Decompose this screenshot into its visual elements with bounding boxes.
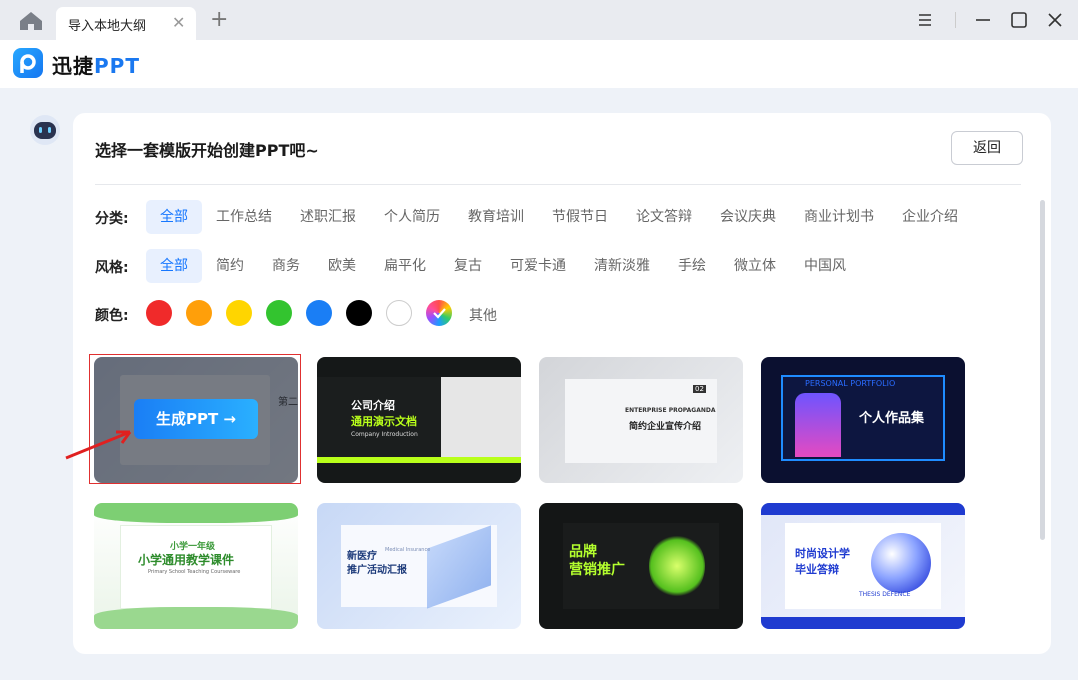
style-label: 风格: (95, 260, 129, 276)
template-subtitle: 推广活动汇报 (347, 565, 407, 576)
template-title: ENTERPRISE PROPAGANDA (625, 407, 716, 414)
style-filter-row: 风格: 全部 简约 商务 欧美 扁平化 复古 可爱卡通 清新淡雅 手绘 微立体 … (95, 249, 1025, 283)
tab-import-outline[interactable]: 导入本地大纲 ✕ (56, 7, 196, 40)
style-option[interactable]: 欧美 (314, 249, 370, 283)
template-subtitle: 通用演示文档 (351, 415, 417, 428)
category-option[interactable]: 教育培训 (454, 200, 538, 234)
style-option[interactable]: 简约 (202, 249, 258, 283)
template-title: 品牌 (569, 544, 597, 560)
app-name-en: PPT (94, 54, 140, 78)
menu-icon[interactable] (914, 9, 936, 31)
template-thumbnail[interactable]: ENTERPRISE PROPAGANDA 简约企业宣传介绍 02 (539, 357, 743, 483)
template-title: 新医疗 (347, 551, 377, 562)
color-label: 颜色: (95, 308, 129, 324)
color-swatch-rainbow[interactable] (426, 300, 452, 326)
template-thumbnail[interactable]: 公司介绍 通用演示文档 Company Introduction (317, 357, 521, 483)
app-header: 迅捷PPT (0, 40, 1078, 88)
template-subtitle: 小学通用教学课件 (138, 553, 235, 567)
category-option[interactable]: 商业计划书 (790, 200, 888, 234)
color-swatch-orange[interactable] (186, 300, 212, 326)
category-option[interactable]: 论文答辩 (622, 200, 706, 234)
selected-highlight (89, 354, 301, 484)
close-window-icon[interactable] (1044, 9, 1066, 31)
style-option[interactable]: 中国风 (790, 249, 860, 283)
style-option[interactable]: 复古 (440, 249, 496, 283)
template-thumbnail[interactable]: 品牌 营销推广 (539, 503, 743, 629)
template-thumbnail[interactable]: 新医疗 Medical Insurance 推广活动汇报 (317, 503, 521, 629)
app-name-cn: 迅捷 (52, 54, 94, 78)
template-subtitle: 简约企业宣传介绍 (629, 422, 702, 432)
robot-avatar-icon (30, 115, 60, 145)
category-option[interactable]: 工作总结 (202, 200, 286, 234)
color-swatch-blue[interactable] (306, 300, 332, 326)
category-option[interactable]: 会议庆典 (706, 200, 790, 234)
style-option[interactable]: 商务 (258, 249, 314, 283)
tab-title: 导入本地大纲 (68, 19, 147, 34)
style-option[interactable]: 清新淡雅 (580, 249, 664, 283)
color-swatch-yellow[interactable] (226, 300, 252, 326)
category-option[interactable]: 节假节日 (538, 200, 622, 234)
template-en: Primary School Teaching Courseware (148, 569, 241, 575)
title-divider (955, 12, 956, 28)
divider (95, 184, 1021, 185)
maximize-icon[interactable] (1008, 9, 1030, 31)
style-option[interactable]: 可爱卡通 (496, 249, 580, 283)
color-filter-row: 颜色: 其他 (95, 300, 1025, 334)
app-logo-icon (13, 48, 43, 78)
style-option[interactable]: 扁平化 (370, 249, 440, 283)
tab-bar: 导入本地大纲 ✕ + (0, 0, 1078, 40)
color-swatch-white[interactable] (386, 300, 412, 326)
style-option[interactable]: 微立体 (720, 249, 790, 283)
color-swatch-green[interactable] (266, 300, 292, 326)
template-title: 个人作品集 (859, 411, 925, 426)
category-option[interactable]: 企业介绍 (888, 200, 972, 234)
close-tab-icon[interactable]: ✕ (172, 13, 185, 32)
color-swatch-black[interactable] (346, 300, 372, 326)
app-name: 迅捷PPT (52, 50, 140, 79)
color-swatch-red[interactable] (146, 300, 172, 326)
template-en: PERSONAL PORTFOLIO (805, 379, 896, 388)
other-color-option[interactable]: 其他 (469, 305, 497, 325)
category-option[interactable]: 全部 (146, 200, 202, 234)
minimize-icon[interactable] (972, 9, 994, 31)
template-title: 公司介绍 (351, 399, 395, 412)
template-thumbnail[interactable]: PERSONAL PORTFOLIO 个人作品集 (761, 357, 965, 483)
template-title: 时尚设计学 (795, 547, 850, 560)
template-en: Company Introduction (351, 431, 418, 438)
home-icon[interactable] (18, 11, 44, 31)
template-badge: 02 (693, 385, 706, 393)
check-icon (433, 308, 446, 319)
template-en: Medical Insurance (385, 547, 431, 553)
template-en: THESIS DEFENCE (859, 591, 911, 598)
style-option[interactable]: 全部 (146, 249, 202, 283)
new-tab-icon[interactable]: + (210, 7, 228, 33)
back-button[interactable]: 返回 (951, 131, 1023, 165)
category-label: 分类: (95, 211, 129, 227)
style-option[interactable]: 手绘 (664, 249, 720, 283)
scrollbar[interactable] (1040, 200, 1045, 540)
template-thumbnail[interactable]: 小学一年级 小学通用教学课件 Primary School Teaching C… (94, 503, 298, 629)
template-subtitle: 毕业答辩 (795, 563, 839, 576)
template-thumbnail[interactable]: 时尚设计学 毕业答辩 THESIS DEFENCE (761, 503, 965, 629)
template-subtitle: 营销推广 (569, 562, 625, 578)
category-filter-row: 分类: 全部 工作总结 述职汇报 个人简历 教育培训 节假节日 论文答辩 会议庆… (95, 200, 1025, 234)
page-title: 选择一套模版开始创建PPT吧~ (95, 141, 319, 160)
red-arrow-icon (65, 430, 132, 460)
category-option[interactable]: 述职汇报 (286, 200, 370, 234)
category-option[interactable]: 个人简历 (370, 200, 454, 234)
